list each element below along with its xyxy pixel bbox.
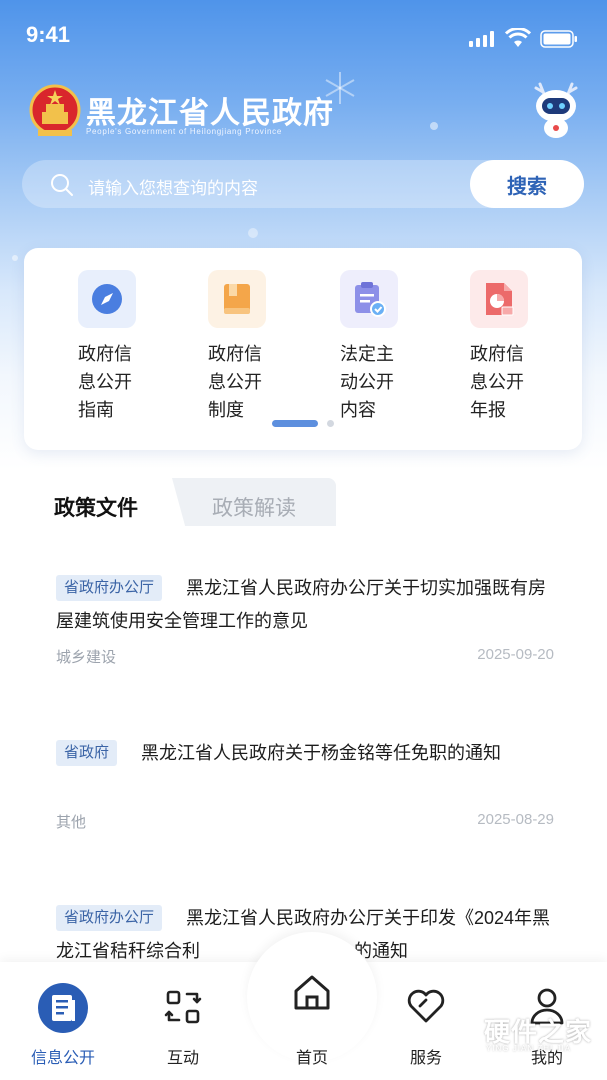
tab-home-label[interactable]: 首页	[267, 1044, 357, 1068]
news-category: 城乡建设	[56, 649, 117, 666]
search-input[interactable]: 请输入您想查询的内容	[88, 174, 258, 199]
shortcut-annual-report[interactable]: 政府信 息公开 年报	[470, 270, 554, 424]
national-emblem-icon	[29, 84, 81, 136]
page-indicator-active	[272, 420, 318, 427]
government-title: 黑龙江省人民政府	[86, 96, 334, 131]
cellular-signal-icon	[469, 31, 494, 47]
news-date: 2025-09-20	[477, 646, 554, 663]
book-icon	[208, 270, 266, 328]
status-time: 9:41	[26, 22, 71, 47]
shortcut-system[interactable]: 政府信 息公开 制度	[208, 270, 292, 424]
search-icon	[51, 174, 73, 196]
shortcut-label-line: 息公开	[470, 372, 524, 392]
policy-tabs: 政策文件 政策解读	[0, 478, 607, 526]
snow-dot	[248, 228, 258, 238]
shortcut-label-line: 制度	[208, 400, 244, 420]
wifi-icon	[505, 28, 531, 47]
shortcut-label-line: 法定主	[340, 344, 394, 364]
shortcut-guide[interactable]: 政府信 息公开 指南	[78, 270, 162, 424]
shortcut-label-line: 政府信	[470, 344, 524, 364]
tab-home[interactable]	[267, 972, 357, 1019]
shortcut-label-line: 息公开	[78, 372, 132, 392]
shortcut-content[interactable]: 法定主 动公开 内容	[340, 270, 424, 424]
compass-icon	[78, 270, 136, 328]
shortcut-label-line: 政府信	[78, 344, 132, 364]
tab-policy-interpretation[interactable]: 政策解读	[212, 492, 296, 522]
report-chart-icon	[470, 270, 528, 328]
shortcut-label-line: 年报	[470, 400, 506, 420]
snow-dot	[12, 255, 18, 261]
robot-assistant-icon[interactable]	[530, 80, 582, 140]
source-tag: 省政府办公厅	[56, 575, 163, 601]
page-indicator-dot[interactable]	[327, 420, 334, 427]
status-bar: 9:41	[0, 0, 607, 70]
shortcut-label-line: 内容	[340, 400, 376, 420]
battery-icon	[540, 30, 577, 48]
shortcut-label-line: 息公开	[208, 372, 262, 392]
news-date: 2025-08-29	[477, 811, 554, 828]
news-category: 其他	[56, 814, 87, 831]
home-icon	[294, 975, 330, 1010]
government-subtitle: People's Government of Heilongjiang Prov…	[86, 127, 282, 136]
tab-policy-documents[interactable]: 政策文件	[54, 492, 138, 522]
shortcut-label-line: 指南	[78, 400, 114, 420]
tab-interaction-label[interactable]: 互动	[138, 1044, 228, 1068]
clipboard-check-icon	[340, 270, 398, 328]
tab-interaction[interactable]	[138, 988, 228, 1031]
list-item[interactable]: 省政府 黑龙江省人民政府关于杨金铭等任免职的通知 其他 2025-08-29	[56, 737, 554, 837]
shortcut-label-line: 动公开	[340, 372, 394, 392]
exchange-icon	[164, 990, 202, 1024]
watermark-subtext: YING JIAN ZHI JIA	[486, 1044, 572, 1053]
source-tag: 省政府办公厅	[56, 905, 163, 931]
watermark-logo-icon	[440, 1006, 480, 1052]
snow-dot	[430, 122, 438, 130]
search-button[interactable]: 搜索	[470, 160, 584, 208]
search-bar[interactable]: 请输入您想查询的内容 搜索	[22, 160, 584, 208]
document-icon	[38, 983, 88, 1033]
tab-info-public-label[interactable]: 信息公开	[18, 1044, 108, 1068]
shortcut-label-line: 政府信	[208, 344, 262, 364]
list-item[interactable]: 省政府办公厅 黑龙江省人民政府办公厅关于切实加强既有房屋建筑使用安全管理工作的意见…	[56, 572, 554, 672]
news-title: 黑龙江省人民政府关于杨金铭等任免职的通知	[141, 743, 502, 763]
shortcut-card: 政府信 息公开 指南 政府信 息公开 制度 法定主 动公开 内容 政府信 息公开	[24, 248, 582, 450]
tab-info-public[interactable]	[18, 982, 108, 1039]
source-tag: 省政府	[56, 740, 118, 766]
